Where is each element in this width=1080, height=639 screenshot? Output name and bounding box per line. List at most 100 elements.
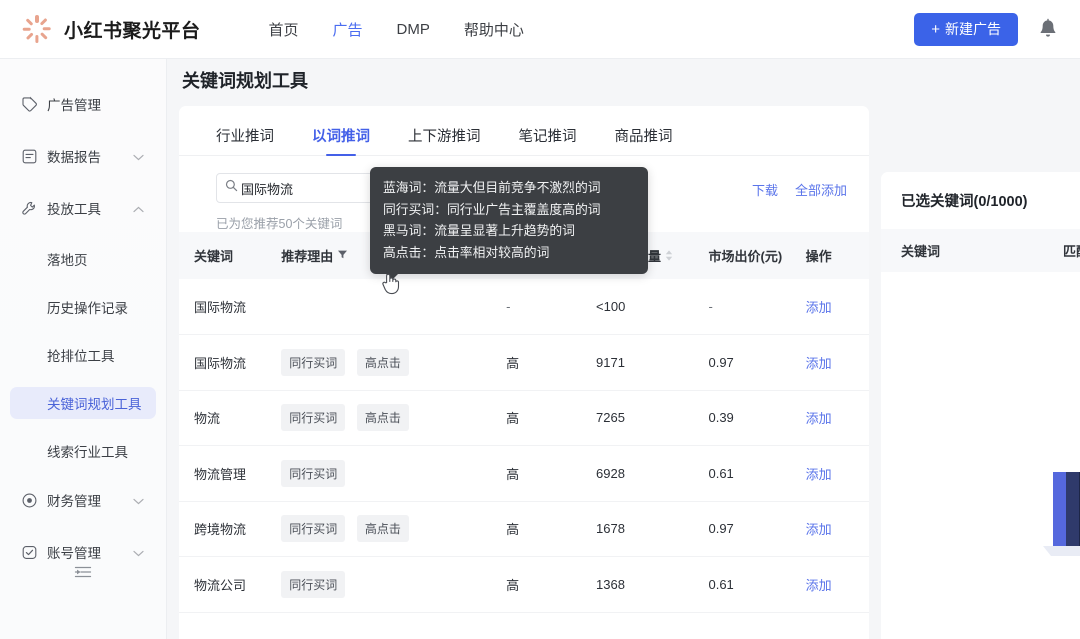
sidebar-item-label: 线索行业工具 (47, 441, 128, 461)
reason-tag: 同行买词 (281, 460, 345, 487)
nav-item-dmp[interactable]: DMP (397, 21, 430, 38)
cell-price: - (708, 279, 805, 335)
nav-item-help[interactable]: 帮助中心 (464, 19, 524, 40)
tab-note-recommend[interactable]: 笔记推词 (519, 125, 577, 155)
sidebar-item-keyword-planner[interactable]: 关键词规划工具 (10, 387, 156, 419)
table-row[interactable]: 跨境物流 同行买词 高点击 高 1678 0.97 添加 (179, 501, 869, 557)
cell-competition: 高 (506, 446, 596, 502)
cell-reason-tags: 同行买词 高点击 (281, 335, 506, 391)
sidebar-item-delivery-tools[interactable]: 投放工具 (10, 191, 156, 225)
top-header: 小红书聚光平台 首页 广告 DMP 帮助中心 + 新建广告 (0, 0, 1080, 59)
sidebar-item-label: 账号管理 (47, 542, 101, 562)
cell-keyword: 国际物流 (179, 279, 281, 335)
cell-action: 添加 (806, 557, 869, 613)
cell-searches: 6928 (596, 446, 708, 502)
add-keyword-link[interactable]: 添加 (806, 467, 832, 482)
add-keyword-link[interactable]: 添加 (806, 522, 832, 537)
chevron-down-icon (133, 545, 144, 560)
filter-funnel-icon[interactable] (337, 248, 348, 263)
table-row[interactable]: 国际物流 - <100 - 添加 (179, 279, 869, 335)
tab-product-recommend[interactable]: 商品推词 (615, 125, 673, 155)
main-nav: 首页 广告 DMP 帮助中心 (269, 19, 524, 40)
search-input[interactable] (241, 181, 380, 196)
cell-competition: - (506, 279, 596, 335)
sort-arrows-icon[interactable] (665, 250, 673, 261)
add-all-link[interactable]: 全部添加 (795, 180, 847, 199)
tab-word-recommend[interactable]: 以词推词 (312, 125, 370, 155)
cell-searches: 7265 (596, 390, 708, 446)
add-keyword-link[interactable]: 添加 (806, 356, 832, 371)
cell-price: 0.97 (708, 335, 805, 391)
reason-tag: 同行买词 (281, 404, 345, 431)
sidebar-item-lead-industry-tool[interactable]: 线索行业工具 (10, 435, 156, 467)
table-row[interactable]: 物流 同行买词 高点击 高 7265 0.39 添加 (179, 390, 869, 446)
cell-competition: 高 (506, 335, 596, 391)
selected-keywords-header: 关键词 匹配 (881, 229, 1080, 272)
column-label: 市场出价(元) (708, 246, 782, 265)
chevron-up-icon (133, 201, 144, 216)
sidebar-item-label: 数据报告 (47, 146, 101, 166)
column-market-price: 市场出价(元) (708, 232, 805, 279)
cell-reason-tags: 同行买词 (281, 446, 506, 502)
empty-state: 暂无关键词 (881, 272, 1080, 639)
cell-keyword: 跨境物流 (179, 501, 281, 557)
tooltip-line: 高点击：点击率相对较高的词 (383, 242, 635, 264)
plus-icon: + (931, 22, 940, 37)
cell-action: 添加 (806, 390, 869, 446)
cell-keyword: 国际物流 (179, 335, 281, 391)
reason-tag: 高点击 (357, 404, 409, 431)
sunburst-icon (22, 14, 52, 44)
tooltip-line: 同行买词：同行业广告主覆盖度高的词 (383, 199, 635, 221)
cell-competition: 高 (506, 557, 596, 613)
chevron-down-icon (133, 149, 144, 164)
brand: 小红书聚光平台 (0, 14, 201, 44)
add-keyword-link[interactable]: 添加 (806, 300, 832, 315)
tooltip-line: 蓝海词：流量大但目前竞争不激烈的词 (383, 177, 635, 199)
cell-action: 添加 (806, 446, 869, 502)
reason-tag: 同行买词 (281, 515, 345, 542)
sidebar-item-landing-page[interactable]: 落地页 (10, 243, 156, 275)
sidebar-item-label: 抢排位工具 (47, 345, 115, 365)
nav-item-home[interactable]: 首页 (269, 19, 299, 40)
cell-price: 0.39 (708, 390, 805, 446)
app-root: 小红书聚光平台 首页 广告 DMP 帮助中心 + 新建广告 (0, 0, 1080, 639)
table-body: 国际物流 - <100 - 添加 国际物流 同行买词 高点击 高 (179, 279, 869, 612)
sidebar-item-label: 关键词规划工具 (47, 393, 142, 413)
search-icon (225, 179, 238, 197)
cell-price: 0.61 (708, 557, 805, 613)
column-operation: 操作 (806, 232, 869, 279)
add-keyword-link[interactable]: 添加 (806, 411, 832, 426)
search-box[interactable] (216, 173, 389, 203)
column-label: 操作 (806, 246, 832, 265)
sidebar-item-label: 投放工具 (47, 198, 101, 218)
cell-keyword: 物流公司 (179, 557, 281, 613)
bell-icon[interactable] (1038, 18, 1058, 40)
column-label: 关键词 (194, 246, 233, 265)
create-ad-button[interactable]: + 新建广告 (914, 13, 1018, 46)
cell-action: 添加 (806, 335, 869, 391)
table-row[interactable]: 物流管理 同行买词 高 6928 0.61 添加 (179, 446, 869, 502)
sidebar-item-rank-tool[interactable]: 抢排位工具 (10, 339, 156, 371)
add-keyword-link[interactable]: 添加 (806, 578, 832, 593)
download-link[interactable]: 下载 (752, 180, 778, 199)
nav-item-ads[interactable]: 广告 (333, 19, 363, 40)
tab-industry-recommend[interactable]: 行业推词 (216, 125, 274, 155)
sidebar-item-ad-management[interactable]: 广告管理 (10, 87, 156, 121)
wallet-icon (21, 492, 38, 509)
cell-price: 0.61 (708, 446, 805, 502)
table-row[interactable]: 国际物流 同行买词 高点击 高 9171 0.97 添加 (179, 335, 869, 391)
table-row[interactable]: 物流公司 同行买词 高 1368 0.61 添加 (179, 557, 869, 613)
brand-name: 小红书聚光平台 (64, 16, 201, 43)
cell-keyword: 物流 (179, 390, 281, 446)
toolbar-links: 下载 全部添加 (752, 180, 847, 199)
sidebar-item-data-report[interactable]: 数据报告 (10, 139, 156, 173)
sidebar-item-finance[interactable]: 财务管理 (10, 483, 156, 517)
create-ad-button-label: 新建广告 (945, 19, 1001, 39)
keyword-table: 关键词 推荐理由 竞争指数 (179, 232, 869, 613)
cell-reason-tags: 同行买词 高点击 (281, 390, 506, 446)
collapse-sidebar-icon[interactable] (0, 563, 166, 581)
tab-upstream-downstream[interactable]: 上下游推词 (408, 125, 481, 155)
sidebar-item-label: 历史操作记录 (47, 297, 128, 317)
cell-searches: 9171 (596, 335, 708, 391)
sidebar-item-history-log[interactable]: 历史操作记录 (10, 291, 156, 323)
